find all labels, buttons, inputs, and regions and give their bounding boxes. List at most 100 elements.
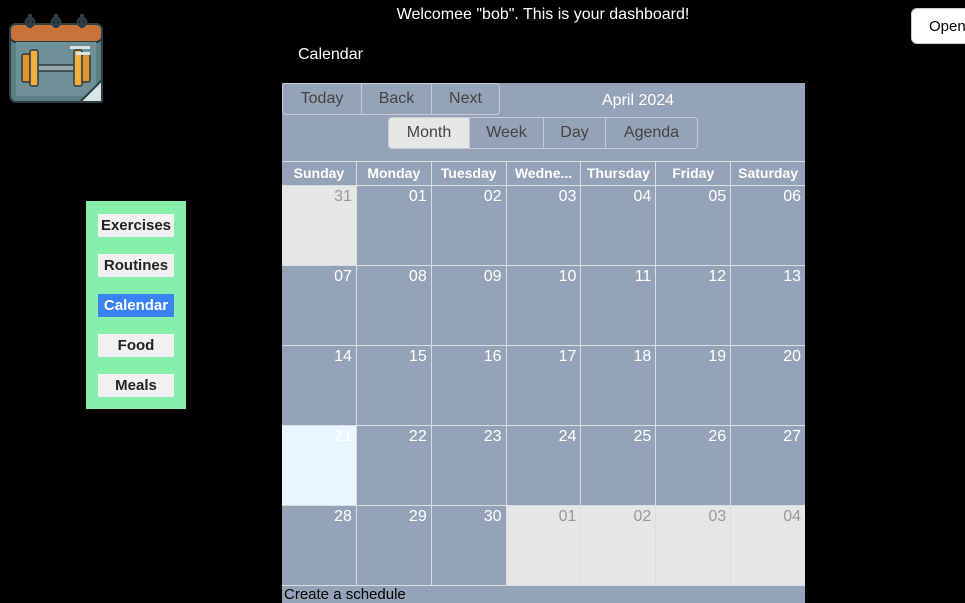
day-cell[interactable]: 31 [282,186,356,265]
day-cell[interactable]: 29 [355,506,431,585]
day-number[interactable]: 03 [708,508,726,526]
back-button[interactable]: Back [362,83,432,115]
day-number[interactable]: 01 [559,508,577,526]
day-number[interactable]: 22 [409,428,427,446]
day-number[interactable]: 20 [783,348,801,366]
day-number[interactable]: 02 [484,188,502,206]
open-button[interactable]: Open [911,8,965,44]
view-month-button[interactable]: Month [388,117,470,149]
day-number[interactable]: 06 [783,188,801,206]
day-number[interactable]: 11 [635,268,652,286]
day-number[interactable]: 02 [634,508,652,526]
day-cell[interactable]: 23 [430,426,506,505]
day-number[interactable]: 07 [334,268,352,286]
nav-button-group: Today Back Next [282,83,500,115]
day-cell[interactable]: 03 [655,506,731,585]
day-number[interactable]: 23 [484,428,502,446]
day-number[interactable]: 03 [559,188,577,206]
day-cell[interactable]: 17 [505,346,581,425]
day-cell[interactable]: 02 [580,506,656,585]
page-title: Calendar [298,46,363,63]
day-number[interactable]: 04 [634,188,652,206]
week-row: 31 01 02 03 04 05 06 [282,186,805,266]
sidebar-nav: Exercises Routines Calendar Food Meals [86,201,186,409]
week-row: 28 29 30 01 02 03 04 [282,506,806,586]
day-cell[interactable]: 18 [580,346,655,425]
day-cell[interactable]: 06 [730,186,805,265]
view-button-group: Month Week Day Agenda [388,117,698,149]
today-button[interactable]: Today [282,83,362,115]
day-cell[interactable]: 19 [655,346,730,425]
calendar: Today Back Next April 2024 Month Week Da… [282,83,806,603]
day-cell[interactable]: 27 [730,426,805,505]
day-cell[interactable]: 22 [355,426,431,505]
day-number[interactable]: 28 [334,508,352,526]
day-cell[interactable]: 16 [430,346,506,425]
day-number[interactable]: 19 [708,348,726,366]
day-cell[interactable]: 20 [730,346,805,425]
week-row: 21 22 23 24 25 26 27 [282,426,805,506]
day-number[interactable]: 24 [559,428,577,446]
day-cell[interactable]: 02 [430,186,506,265]
day-number[interactable]: 15 [409,348,427,366]
view-week-button[interactable]: Week [470,117,544,149]
day-cell[interactable]: 30 [430,506,506,585]
day-cell[interactable]: 05 [655,186,730,265]
day-number[interactable]: 08 [409,268,427,286]
next-button[interactable]: Next [432,83,500,115]
weekday-tuesday: Tuesday [430,162,506,185]
day-cell[interactable]: 12 [655,266,730,345]
day-cell[interactable]: 03 [505,186,581,265]
day-number[interactable]: 21 [334,428,352,446]
day-number[interactable]: 27 [783,428,801,446]
day-number[interactable]: 01 [409,188,427,206]
day-number[interactable]: 16 [484,348,502,366]
day-cell[interactable]: 04 [580,186,655,265]
weekday-header: Sunday Monday Tuesday Wedne... Thursday … [282,162,805,186]
day-cell[interactable]: 14 [282,346,356,425]
day-cell[interactable]: 28 [282,506,356,585]
day-number[interactable]: 13 [783,268,801,286]
day-number[interactable]: 10 [559,268,577,286]
nav-item-calendar[interactable]: Calendar [98,294,174,317]
nav-item-routines[interactable]: Routines [98,254,174,277]
day-cell[interactable]: 04 [730,506,806,585]
nav-item-food[interactable]: Food [98,334,174,357]
day-number[interactable]: 30 [484,508,502,526]
day-cell[interactable]: 01 [505,506,581,585]
day-cell[interactable]: 25 [580,426,655,505]
weekday-thursday: Thursday [580,162,655,185]
welcome-message: Welcomee "bob". This is your dashboard! [396,6,690,23]
day-number[interactable]: 26 [708,428,726,446]
day-number[interactable]: 09 [484,268,502,286]
day-cell[interactable]: 01 [355,186,431,265]
weekday-sunday: Sunday [293,165,345,181]
day-cell[interactable]: 07 [282,266,356,345]
day-cell[interactable]: 24 [505,426,581,505]
day-cell[interactable]: 11 [580,266,655,345]
day-number[interactable]: 12 [708,268,726,286]
view-agenda-button[interactable]: Agenda [606,117,698,149]
day-cell[interactable]: 13 [730,266,805,345]
day-number[interactable]: 25 [634,428,652,446]
view-day-button[interactable]: Day [544,117,606,149]
day-cell[interactable]: 21 [282,426,356,505]
day-cell[interactable]: 15 [355,346,431,425]
day-number[interactable]: 17 [559,348,577,366]
day-cell[interactable]: 08 [355,266,431,345]
nav-item-exercises[interactable]: Exercises [98,214,174,237]
day-cell[interactable]: 09 [430,266,506,345]
day-number[interactable]: 18 [634,348,652,366]
weeks-grid: 31 01 02 03 04 05 06 07 08 09 10 11 12 13 14 15 16 17 18 19… [282,186,806,586]
weekday-wednesday: Wedne... [505,162,581,185]
day-cell[interactable]: 10 [505,266,581,345]
day-number[interactable]: 04 [783,508,801,526]
day-cell[interactable]: 26 [655,426,730,505]
nav-item-meals[interactable]: Meals [98,374,174,397]
day-number[interactable]: 31 [334,188,352,206]
day-number[interactable]: 05 [708,188,726,206]
weekday-monday: Monday [355,162,431,185]
app-logo [8,12,104,104]
day-number[interactable]: 14 [334,348,352,366]
day-number[interactable]: 29 [409,508,427,526]
